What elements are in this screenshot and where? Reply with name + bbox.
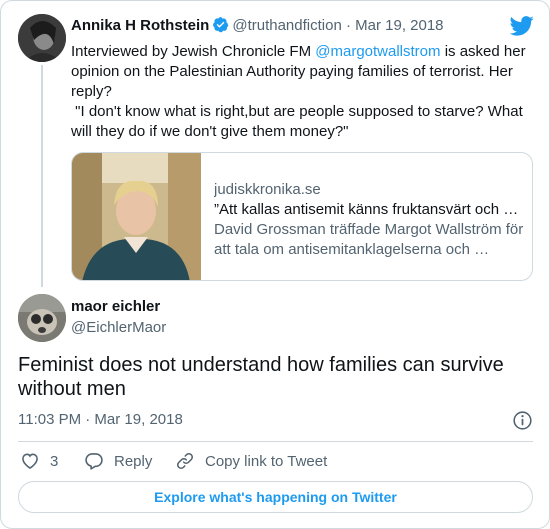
link-preview-card[interactable]: judiskkronika.se ”Att kallas antisemit k… [71,152,533,281]
tweet-embed-card: Annika H Rothstein @truthandfiction · Mar… [0,0,550,529]
quoted-author-handle[interactable]: @truthandfiction [232,17,341,34]
quoted-author-avatar[interactable] [18,14,66,62]
reply-label: Reply [114,452,153,470]
link-title: ”Att kallas antisemit känns fruktansvärt… [214,201,519,218]
divider [18,441,533,442]
tweet-text: Feminist does not understand how familie… [18,354,504,400]
info-icon[interactable] [512,410,533,431]
quoted-text-part: Interviewed by Jewish Chronicle FM [71,43,316,60]
link-description: David Grossman träffade Margot Wallström… [214,221,524,258]
author-name[interactable]: maor eichler [71,298,160,315]
verified-badge-icon [213,17,229,33]
mention-link[interactable]: @margotwallstrom [315,43,440,60]
link-preview-image [72,153,201,280]
twitter-bird-icon[interactable] [510,16,534,36]
link-icon [177,453,193,469]
link-preview-text: judiskkronika.se ”Att kallas antisemit k… [214,180,526,260]
quoted-tweet-date[interactable]: Mar 19, 2018 [355,17,443,34]
quoted-tweet-text: Interviewed by Jewish Chronicle FM @marg… [71,42,531,142]
copy-link-label: Copy link to Tweet [205,452,328,470]
reply-icon [85,453,103,470]
copy-link-button[interactable]: Copy link to Tweet [175,450,327,472]
author-avatar[interactable] [18,294,66,342]
like-button[interactable]: 3 [20,450,58,472]
link-domain: judiskkronika.se [214,181,321,198]
quoted-reply-quote: "I don't know what is right,but are peop… [71,103,527,140]
quoted-tweet-header: Annika H Rothstein @truthandfiction · Mar… [71,16,444,38]
heart-icon [22,453,38,470]
explore-button[interactable]: Explore what's happening on Twitter [18,481,533,513]
tweet-timestamp[interactable]: 11:03 PM · Mar 19, 2018 [18,411,183,428]
like-count: 3 [50,452,59,470]
thread-connector-line [41,65,43,287]
quoted-author-name[interactable]: Annika H Rothstein [71,17,209,34]
author-handle[interactable]: @EichlerMaor [71,319,166,336]
reply-button[interactable]: Reply [84,450,152,472]
